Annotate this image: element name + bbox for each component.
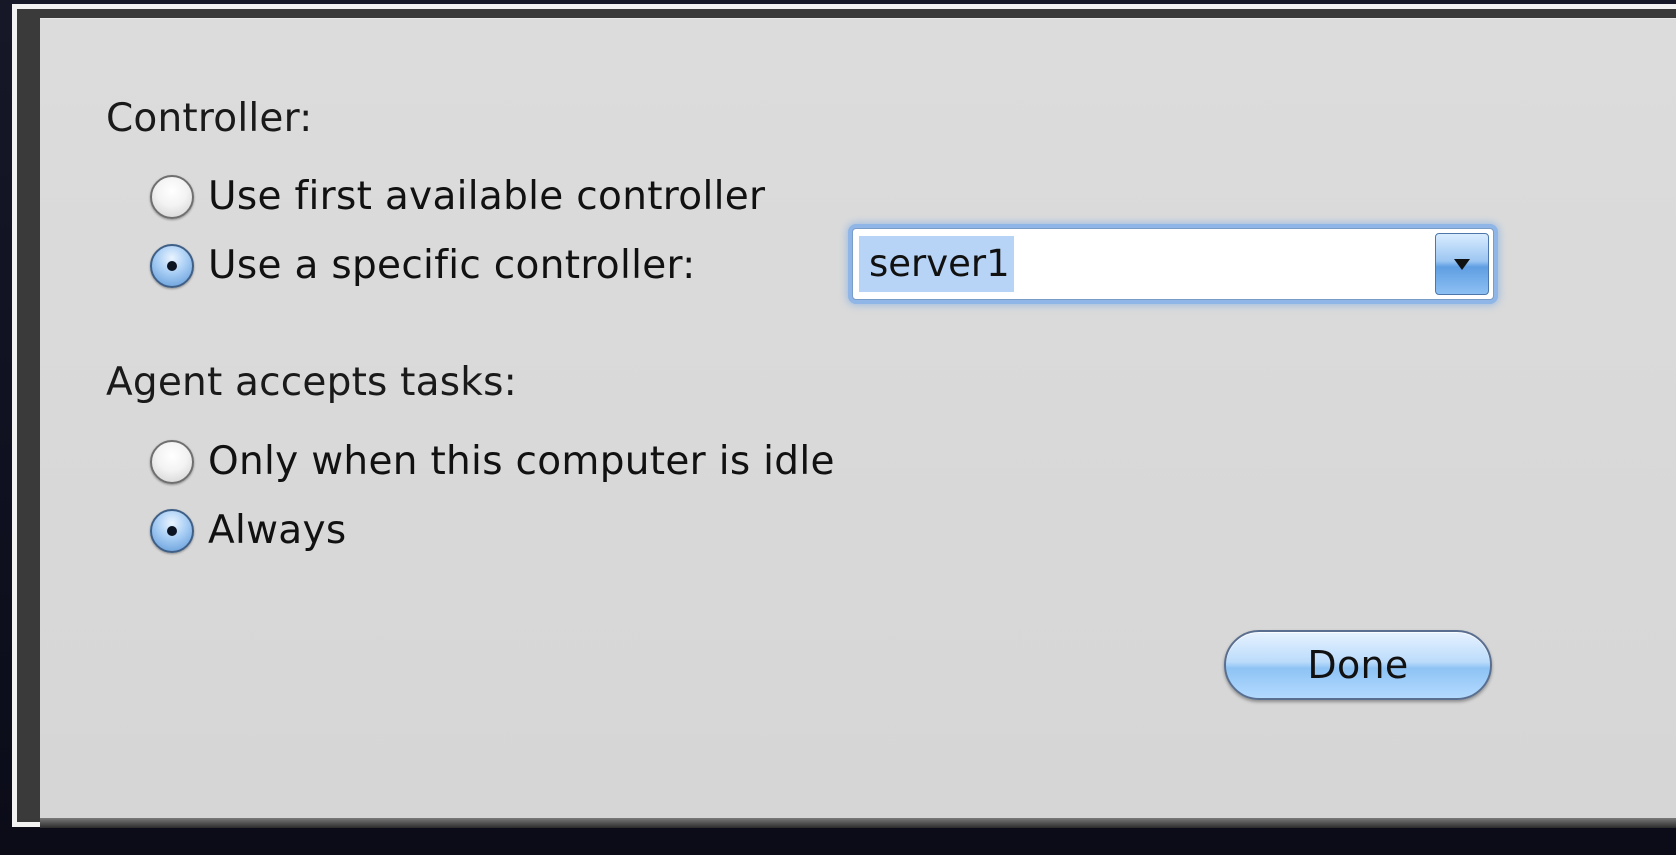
radio-label: Use first available controller	[208, 174, 766, 219]
radio-button-unchecked[interactable]	[150, 174, 194, 219]
agent-tasks-section-label: Agent accepts tasks:	[106, 360, 517, 405]
radio-button-unchecked[interactable]	[150, 439, 194, 484]
combo-dropdown-button[interactable]	[1435, 233, 1489, 295]
controller-section-label: Controller:	[106, 96, 313, 141]
done-button[interactable]: Done	[1224, 630, 1492, 700]
radio-use-specific-controller[interactable]: Use a specific controller:	[150, 243, 696, 288]
chevron-down-icon	[1454, 258, 1470, 270]
controller-combo-box[interactable]: server1	[852, 228, 1494, 300]
controller-value: server1	[859, 236, 1014, 292]
radio-selected-dot	[167, 260, 177, 271]
radio-always[interactable]: Always	[150, 508, 347, 553]
controller-text-field[interactable]: server1	[859, 235, 1431, 293]
radio-label: Always	[208, 508, 347, 553]
radio-label: Only when this computer is idle	[208, 439, 835, 484]
radio-only-when-idle[interactable]: Only when this computer is idle	[150, 439, 835, 484]
done-button-label: Done	[1307, 643, 1409, 687]
radio-button-checked[interactable]	[150, 243, 194, 288]
radio-use-first-available-controller[interactable]: Use first available controller	[150, 174, 765, 219]
sheet-shadow	[40, 818, 1676, 828]
radio-label: Use a specific controller:	[208, 243, 696, 288]
radio-selected-dot	[167, 525, 177, 536]
radio-button-checked[interactable]	[150, 508, 194, 553]
